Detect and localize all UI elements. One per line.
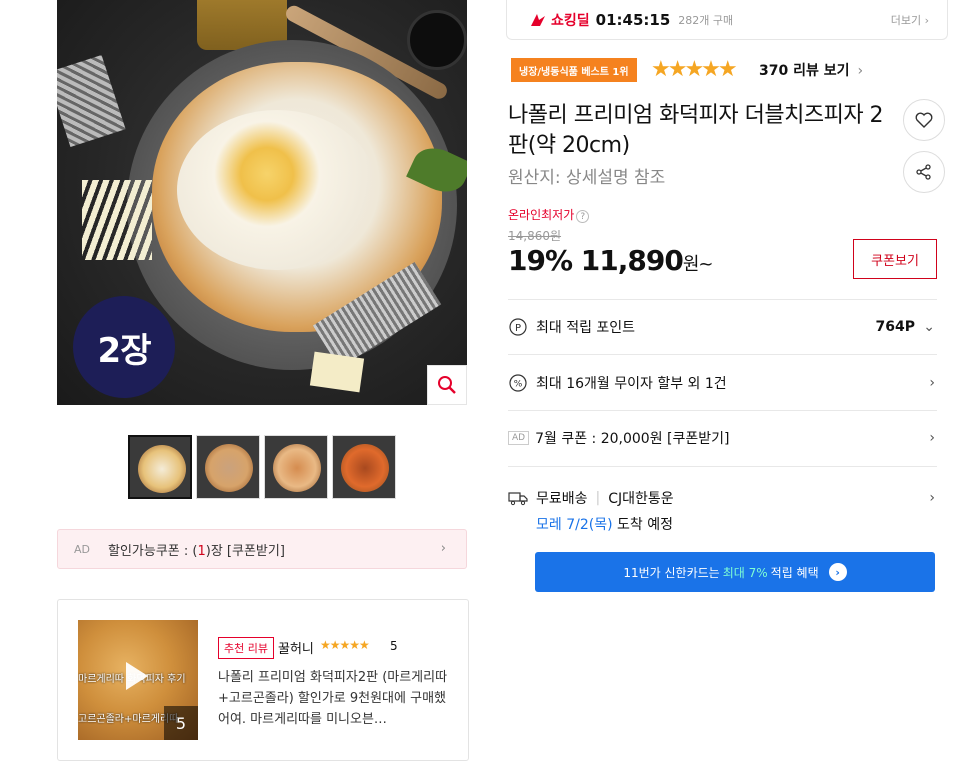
svg-text:%: % <box>514 380 523 390</box>
ad-coupon-text: 할인가능쿠폰 : (1)장 [쿠폰받기] <box>108 543 285 559</box>
chevron-right-icon: › <box>929 375 935 391</box>
shocking-deal-bar[interactable]: 쇼킹딜 01:45:15 282개 구매 더보기 › <box>506 0 948 40</box>
share-icon <box>916 164 931 180</box>
shipping-row[interactable]: 무료배송 | CJ대한통운 › <box>508 487 937 509</box>
gallery-thumb-4[interactable] <box>332 435 396 499</box>
arrow-right-icon: › <box>828 563 847 581</box>
quantity-badge: 2장 <box>73 296 175 398</box>
rating-stars-icon: ★★★★★ <box>651 57 738 82</box>
divider <box>508 354 937 355</box>
pizza-thumbnail-image <box>273 444 321 492</box>
truck-icon <box>508 488 528 508</box>
product-origin: 원산지: 상세설명 참조 <box>508 168 666 188</box>
chevron-right-icon: › <box>929 430 935 446</box>
separator: | <box>595 490 601 506</box>
best-rank-badge: 냉장/냉동식품 베스트 1위 <box>511 58 637 82</box>
pizza-thumbnail-image <box>205 444 253 492</box>
grater-image <box>57 54 126 148</box>
chevron-right-icon: › <box>857 63 864 79</box>
image-count: 5 <box>164 706 198 740</box>
pizza-thumbnail-image <box>138 445 186 493</box>
deal-more-link[interactable]: 더보기 › <box>891 12 929 28</box>
shocking-deal-logo-icon <box>531 13 545 26</box>
points-row[interactable]: P 최대 적립 포인트 764P ⌄ <box>508 316 937 338</box>
coupon-view-button[interactable]: 쿠폰보기 <box>853 239 937 279</box>
review-stars-icon: ★★★★★ <box>320 638 370 652</box>
sold-count: 282개 구매 <box>678 13 734 27</box>
deal-logo-text: 쇼킹딜 <box>551 12 590 29</box>
gallery-thumb-3[interactable] <box>264 435 328 499</box>
zoom-button[interactable] <box>427 365 467 405</box>
pizza-cutter-image <box>407 10 467 70</box>
carrier-name: CJ대한통운 <box>608 491 674 507</box>
recommended-review-tag: 추천 리뷰 <box>218 637 274 659</box>
original-price: 14,860원 <box>508 229 562 243</box>
installment-row[interactable]: % 최대 16개월 무이자 할부 외 1건 › <box>508 372 937 394</box>
reviewer-name: 꿀허니 <box>278 642 314 657</box>
deal-timer: 01:45:15 <box>595 10 671 29</box>
review-score: 5 <box>390 639 398 653</box>
divider <box>508 299 937 300</box>
divider <box>508 466 937 467</box>
gallery-thumb-2[interactable] <box>196 435 260 499</box>
review-link[interactable]: 370 리뷰 보기 › <box>759 60 863 80</box>
chevron-right-icon: › <box>440 541 446 556</box>
recommended-review-card[interactable]: 마르게리따 화덕피자 후기 고르곤졸라+마르게리따 5 추천 리뷰 꿀허니 ★★… <box>57 599 469 761</box>
point-icon: P <box>508 317 528 337</box>
svg-text:P: P <box>515 323 521 334</box>
pizza-cheese-image <box>177 110 377 270</box>
pizza-thumbnail-image <box>341 444 389 492</box>
percent-icon: % <box>508 373 528 393</box>
sale-price: 19% 11,890원~ <box>508 244 713 277</box>
points-value: 764P <box>875 319 915 335</box>
product-title: 나폴리 프리미엄 화덕피자 더블치즈피자 2판(약 20cm) <box>508 103 884 158</box>
divider <box>508 410 937 411</box>
cheese-sticks-image <box>82 180 152 260</box>
delivery-date: 모레 7/2(목) 도착 예정 <box>536 517 673 533</box>
share-button[interactable] <box>903 151 945 193</box>
monthly-coupon-row[interactable]: AD 7월 쿠폰 : 20,000원 [쿠폰받기] › <box>508 427 937 449</box>
ad-label: AD <box>74 542 90 556</box>
review-video-thumbnail[interactable]: 마르게리따 화덕피자 후기 고르곤졸라+마르게리따 5 <box>78 620 198 740</box>
ad-coupon-bar[interactable]: AD 할인가능쿠폰 : (1)장 [쿠폰받기] › <box>57 529 467 569</box>
shipping-label: 무료배송 <box>536 491 588 507</box>
cheese-block-image <box>309 351 365 393</box>
monthly-coupon-text: 7월 쿠폰 : 20,000원 [쿠폰받기] <box>535 431 730 447</box>
magnifier-icon <box>438 376 456 394</box>
help-icon[interactable]: ? <box>576 210 590 223</box>
lowest-price-label: 온라인최저가? <box>508 206 590 223</box>
chevron-down-icon: ⌄ <box>923 319 935 335</box>
installment-text: 최대 16개월 무이자 할부 외 1건 <box>536 376 727 392</box>
heart-icon <box>915 112 933 128</box>
gallery-thumb-1[interactable] <box>128 435 192 499</box>
review-body: 나폴리 프리미엄 화덕피자2판 (마르게리따+고르곤졸라) 할인가로 9천원대에… <box>218 670 448 727</box>
chevron-right-icon: › <box>929 490 935 506</box>
card-benefit-banner[interactable]: 11번가 신한카드는 최대 7% 적립 혜택 › <box>535 552 935 592</box>
ad-label: AD <box>508 431 530 445</box>
play-icon[interactable] <box>126 662 148 690</box>
points-label: 최대 적립 포인트 <box>536 320 636 336</box>
wishlist-button[interactable] <box>903 99 945 141</box>
